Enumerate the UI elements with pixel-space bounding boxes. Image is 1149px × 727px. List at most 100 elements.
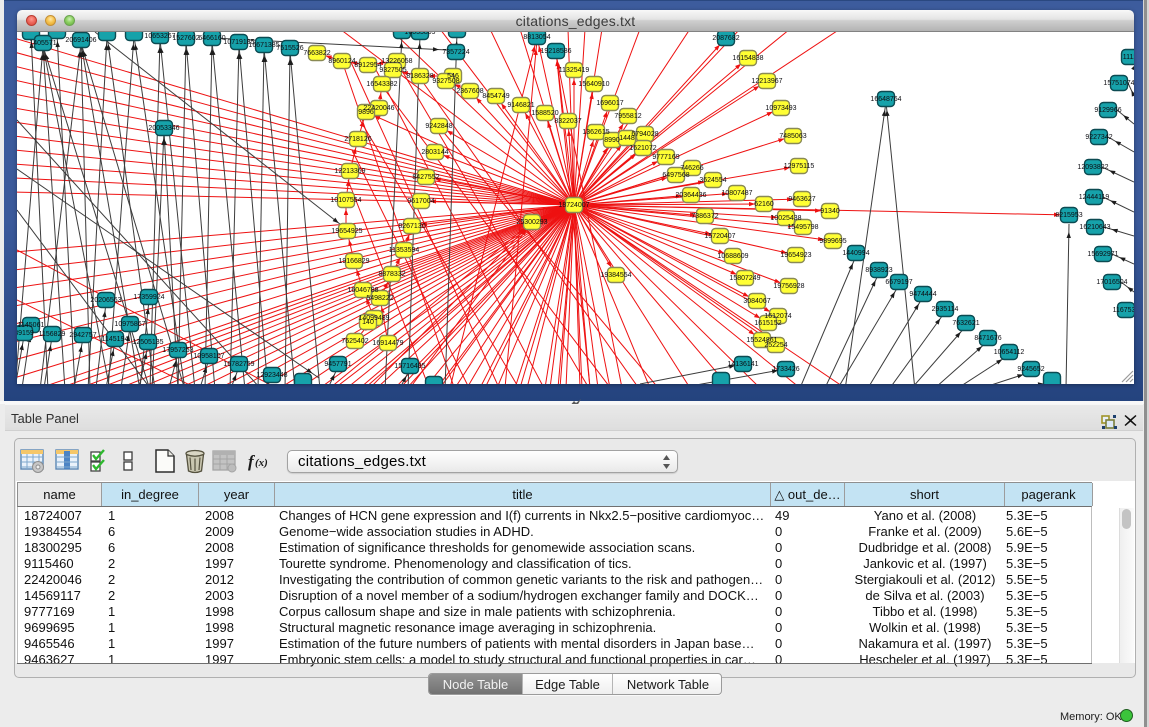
svg-text:1615152: 1615152 — [754, 320, 781, 327]
svg-text:10654112: 10654112 — [994, 349, 1025, 356]
svg-text:9245652: 9245652 — [1017, 366, 1044, 373]
svg-text:16648764: 16648764 — [870, 96, 901, 103]
svg-text:2367608: 2367608 — [456, 88, 483, 95]
svg-text:16671385: 16671385 — [248, 42, 279, 49]
svg-text:9474444: 9474444 — [909, 291, 936, 298]
svg-text:8215953: 8215953 — [1055, 212, 1082, 219]
svg-text:14136141: 14136141 — [727, 361, 758, 368]
svg-text:1145061: 1145061 — [18, 322, 45, 329]
svg-text:(x): (x) — [255, 457, 268, 469]
svg-text:9327505: 9327505 — [379, 67, 406, 74]
svg-text:15807249: 15807249 — [729, 275, 760, 282]
svg-text:9463627: 9463627 — [788, 196, 815, 203]
svg-text:19166829: 19166829 — [338, 258, 369, 265]
svg-text:1112: 1112 — [1123, 54, 1134, 61]
svg-text:9227342: 9227342 — [1085, 134, 1112, 141]
svg-text:140: 140 — [362, 319, 374, 326]
svg-text:15692971: 15692971 — [1087, 251, 1118, 258]
svg-text:1527602: 1527602 — [172, 35, 199, 42]
svg-text:7386372: 7386372 — [691, 213, 718, 220]
svg-text:16782759: 16782759 — [223, 361, 254, 368]
svg-text:1448: 1448 — [619, 135, 635, 142]
svg-text:20691406: 20691406 — [65, 37, 96, 44]
svg-text:10958107: 10958107 — [193, 353, 224, 360]
svg-text:1733426: 1733426 — [772, 366, 799, 373]
svg-text:16033809: 16033809 — [404, 32, 435, 36]
svg-text:17359924: 17359924 — [133, 294, 164, 301]
svg-text:17016504: 17016504 — [1096, 279, 1127, 286]
svg-text:3624554: 3624554 — [699, 177, 726, 184]
svg-text:8186328: 8186328 — [406, 73, 433, 80]
svg-text:12213967: 12213967 — [751, 78, 782, 85]
svg-text:15751074: 15751074 — [1103, 80, 1134, 87]
svg-text:62160: 62160 — [754, 201, 774, 208]
svg-text:12923448: 12923448 — [256, 372, 287, 379]
svg-text:9242848: 9242848 — [425, 123, 452, 130]
svg-text:15716485: 15716485 — [394, 363, 425, 370]
svg-text:7515526: 7515526 — [276, 45, 303, 52]
svg-text:16210643: 16210643 — [1079, 224, 1110, 231]
svg-text:7632621: 7632621 — [952, 320, 979, 327]
svg-text:2718126: 2718126 — [344, 136, 371, 143]
svg-text:9777169: 9777169 — [652, 154, 679, 161]
svg-text:12505135: 12505135 — [132, 339, 163, 346]
svg-text:17957253: 17957253 — [162, 347, 193, 354]
svg-text:1440994: 1440994 — [842, 250, 869, 257]
svg-text:252254: 252254 — [764, 342, 787, 349]
svg-text:19384554: 19384554 — [600, 272, 631, 279]
svg-text:16046788: 16046788 — [347, 287, 378, 294]
svg-text:8322037: 8322037 — [554, 118, 581, 125]
svg-text:20053346: 20053346 — [148, 125, 179, 132]
svg-text:20206563: 20206563 — [90, 297, 121, 304]
svg-text:15495798: 15495798 — [787, 224, 818, 231]
svg-text:2087682: 2087682 — [712, 35, 739, 42]
svg-text:20364436: 20364436 — [675, 192, 706, 199]
svg-text:8938923: 8938923 — [865, 267, 892, 274]
svg-text:12213369: 12213369 — [334, 168, 365, 175]
svg-text:2935114: 2935114 — [932, 306, 959, 313]
svg-text:7485063: 7485063 — [779, 133, 806, 140]
svg-text:13226058: 13226058 — [381, 58, 412, 65]
svg-text:3084067: 3084067 — [743, 298, 770, 305]
svg-text:10025438: 10025438 — [770, 215, 801, 222]
svg-text:9457791: 9457791 — [324, 361, 351, 368]
svg-text:6466160: 6466160 — [198, 35, 225, 42]
svg-text:10975867: 10975867 — [114, 321, 145, 328]
svg-text:19218586: 19218586 — [540, 48, 571, 55]
svg-text:11353594: 11353594 — [389, 247, 420, 254]
svg-text:15640910: 15640910 — [578, 81, 609, 88]
svg-text:1362615: 1362615 — [582, 129, 609, 136]
svg-text:10973493: 10973493 — [765, 105, 796, 112]
svg-text:1588520: 1588520 — [531, 110, 558, 117]
svg-text:15720407: 15720407 — [704, 233, 735, 240]
svg-text:6497568: 6497568 — [662, 172, 689, 179]
svg-text:10107554: 10107554 — [330, 197, 361, 204]
svg-text:19654925: 19654925 — [331, 228, 362, 235]
svg-text:8990: 8990 — [604, 137, 620, 144]
svg-text:746266: 746266 — [680, 165, 703, 172]
svg-text:16543382: 16543382 — [366, 81, 397, 88]
svg-text:10807487: 10807487 — [721, 190, 752, 197]
svg-text:19654923: 19654923 — [780, 252, 811, 259]
svg-text:11325419: 11325419 — [559, 67, 590, 74]
svg-text:8267130: 8267130 — [398, 223, 425, 230]
svg-text:1156829: 1156829 — [39, 331, 66, 338]
svg-text:39159: 39159 — [17, 330, 34, 337]
svg-text:1167533: 1167533 — [1113, 307, 1134, 314]
svg-text:16154838: 16154838 — [732, 55, 763, 62]
svg-text:12444119: 12444119 — [1079, 194, 1110, 201]
svg-text:6679197: 6679197 — [885, 279, 912, 286]
svg-text:19756928: 19756928 — [773, 283, 804, 290]
svg-text:12975115: 12975115 — [784, 163, 815, 170]
svg-text:8427552: 8427552 — [412, 174, 439, 181]
svg-text:1145194: 1145194 — [102, 336, 129, 343]
svg-text:7955812: 7955812 — [614, 113, 641, 120]
svg-text:9899695: 9899695 — [819, 238, 846, 245]
svg-text:91340: 91340 — [820, 208, 840, 215]
svg-text:8960124: 8960124 — [328, 58, 355, 65]
svg-text:9146821: 9146821 — [507, 102, 534, 109]
svg-text:1405571: 1405571 — [29, 40, 56, 47]
svg-text:9896: 9896 — [358, 109, 374, 116]
svg-text:25300293: 25300293 — [516, 219, 547, 226]
svg-text:9617004: 9617004 — [407, 198, 434, 205]
